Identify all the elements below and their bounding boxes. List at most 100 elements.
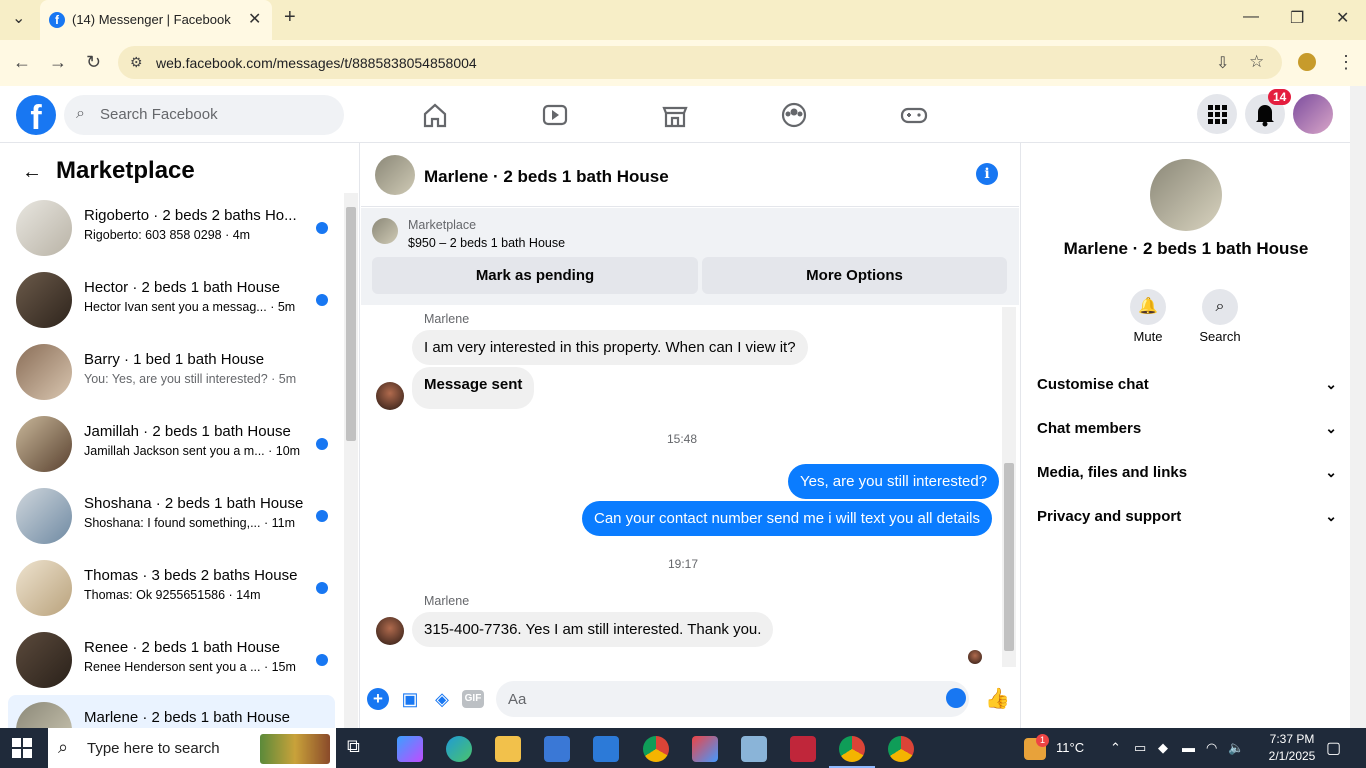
search-icon[interactable]: ⌕ [1202,289,1238,325]
scrollbar-thumb[interactable] [1004,463,1014,651]
home-icon[interactable] [420,100,450,130]
mute-bell-icon[interactable]: 🔔 [1130,289,1166,325]
tab-close-icon[interactable]: ✕ [248,9,261,29]
facebook-logo-icon[interactable]: f [16,95,56,137]
forward-arrow-icon[interactable]: → [49,52,67,73]
mark-as-pending-button[interactable]: Mark as pending [372,257,698,294]
meet-icon[interactable]: ▭ [1134,740,1146,756]
marketplace-icon[interactable] [660,100,690,130]
edge-icon[interactable] [446,736,472,762]
facebook-search-input[interactable]: ⌕ Search Facebook [64,95,344,135]
site-info-icon[interactable]: ⚙ [130,54,143,71]
info-icon[interactable]: i [976,163,998,185]
file-explorer-icon[interactable] [495,736,521,762]
listing-thumbnail[interactable] [372,218,398,244]
recorder-icon[interactable] [790,736,816,762]
browser-tab[interactable]: f (14) Messenger | Facebook ✕ [40,0,272,40]
install-app-icon[interactable]: ⇩ [1216,53,1229,73]
chrome-menu-icon[interactable]: ⋮ [1337,52,1355,73]
tray-chevron-up-icon[interactable]: ⌃ [1110,740,1121,756]
sender-avatar [376,382,404,410]
chat-avatar[interactable] [375,155,415,195]
bookmark-star-icon[interactable]: ☆ [1249,52,1264,72]
menu-grid-icon[interactable] [1197,94,1237,134]
privacy-support-row[interactable]: Privacy and support ⌄ [1037,508,1337,525]
sender-name: Marlene [424,594,470,608]
maximize-icon[interactable]: ❐ [1290,8,1304,28]
reload-icon[interactable]: ↻ [86,52,101,73]
conversation-name: Barry · 1 bed 1 bath House [84,351,265,368]
unread-dot [316,654,328,666]
conversation-item[interactable]: Barry · 1 bed 1 bath House You: Yes, are… [8,337,335,407]
weather-badge: 1 [1036,734,1049,747]
clock-time[interactable]: 7:37 PM [1262,732,1322,746]
scrollbar-thumb[interactable] [346,207,356,441]
back-arrow-icon[interactable]: ← [13,52,31,73]
windows-start-icon[interactable] [12,738,32,758]
gaming-icon[interactable] [899,100,929,130]
account-avatar[interactable] [1293,94,1333,134]
chat-members-row[interactable]: Chat members ⌄ [1037,420,1337,437]
copilot-icon[interactable] [397,736,423,762]
profile-icon[interactable] [1298,53,1316,71]
chat-scrollbar[interactable] [1002,307,1016,667]
conversation-item[interactable]: Thomas · 3 beds 2 baths House Thomas: Ok… [8,553,335,623]
chat-title[interactable]: Marlene · 2 beds 1 bath House [424,167,669,187]
sticker-icon[interactable]: ◈ [431,688,453,710]
app-icon[interactable] [692,736,718,762]
store-icon[interactable] [544,736,570,762]
chevron-down-icon: ⌄ [1325,508,1337,524]
new-tab-icon[interactable]: + [284,6,296,29]
customise-chat-row[interactable]: Customise chat ⌄ [1037,376,1337,393]
mail-icon[interactable] [593,736,619,762]
conversation-item[interactable]: Shoshana · 2 beds 1 bath House Shoshana:… [8,481,335,551]
outgoing-message[interactable]: Can your contact number send me i will t… [582,501,993,536]
outgoing-message[interactable]: Yes, are you still interested? [788,464,1000,499]
video-icon[interactable] [540,100,570,130]
more-options-button[interactable]: More Options [702,257,1007,294]
back-arrow-icon[interactable]: ← [22,161,42,184]
plus-icon[interactable]: + [367,688,389,710]
gif-icon[interactable]: GIF [462,690,484,708]
task-view-icon[interactable]: ⧉ [347,736,373,762]
sidebar-scrollbar[interactable] [344,193,358,728]
notification-center-icon[interactable]: ▢ [1326,738,1341,758]
thumbs-up-icon[interactable]: 👍 [985,688,1010,710]
chrome-active-icon[interactable] [839,736,865,762]
conversation-item[interactable]: Rigoberto · 2 beds 2 baths Ho... Rigober… [8,193,335,263]
facebook-header: f ⌕ Search Facebook 14 [0,86,1350,143]
listing-price[interactable]: $950 – 2 beds 1 bath House [408,236,565,250]
tab-search-chevron-icon[interactable]: ⌄ [12,8,25,28]
image-icon[interactable]: ▣ [399,688,421,710]
address-bar[interactable]: ⚙ web.facebook.com/messages/t/8885838054… [118,46,1282,79]
conversation-item-active[interactable]: Marlene · 2 beds 1 bath House [8,695,335,728]
conversation-preview: Hector Ivan sent you a messag... · 5m [84,300,296,314]
conversation-item[interactable]: Jamillah · 2 beds 1 bath House Jamillah … [8,409,335,479]
contact-avatar[interactable] [1150,159,1222,231]
window-close-icon[interactable]: ✕ [1336,8,1349,28]
wifi-icon[interactable]: ◠ [1206,740,1217,756]
notes-icon[interactable] [741,736,767,762]
incoming-message[interactable]: I am very interested in this property. W… [412,330,808,365]
conversation-item[interactable]: Hector · 2 beds 1 bath House Hector Ivan… [8,265,335,335]
volume-icon[interactable]: 🔈 [1228,740,1244,756]
battery-icon[interactable]: ▬ [1182,740,1195,755]
incoming-message[interactable]: Message sent [412,367,535,409]
taskbar-search-box[interactable]: ⌕ Type here to search [48,728,336,768]
emoji-icon[interactable] [946,688,966,708]
incoming-message[interactable]: 315-400-7736. Yes I am still interested.… [412,612,774,647]
chrome-profile-icon[interactable] [888,736,914,762]
page-scrollbar[interactable] [1350,86,1366,728]
media-files-links-row[interactable]: Media, files and links ⌄ [1037,464,1337,481]
groups-icon[interactable] [779,100,809,130]
conversation-item[interactable]: Renee · 2 beds 1 bath House Renee Hender… [8,625,335,695]
app-tray-icon[interactable]: ◆ [1158,740,1168,756]
listing-thumbnail [16,488,72,544]
chrome-icon[interactable] [643,736,669,762]
clock-date[interactable]: 2/1/2025 [1262,749,1322,763]
listing-thumbnail [16,344,72,400]
minimize-icon[interactable]: — [1243,8,1259,26]
conversation-preview: You: Yes, are you still interested? · 5m [84,372,297,386]
message-composer: + ▣ ◈ GIF Aa 👍 [361,678,1019,728]
message-input[interactable]: Aa [496,681,969,717]
